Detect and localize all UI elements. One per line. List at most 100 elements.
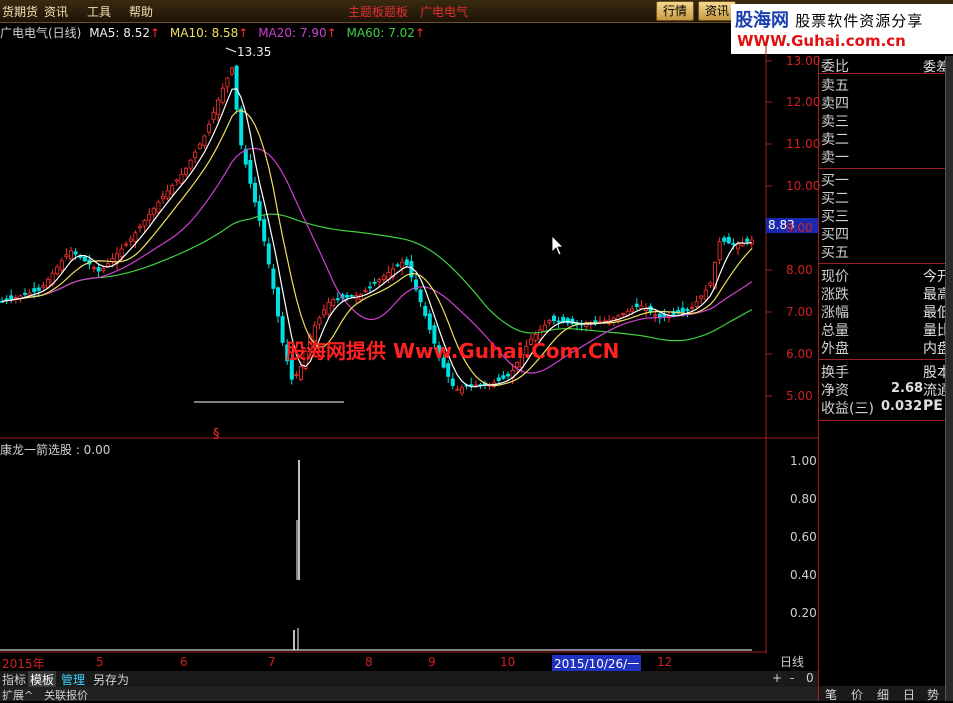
price-axis-label: 12.00 <box>786 95 821 109</box>
menu-news[interactable]: 资讯 <box>44 3 68 20</box>
candlestick <box>165 190 170 199</box>
sell-5-label: 卖五 <box>821 78 849 94</box>
ma5-value: MA5: 8.52 <box>89 26 150 40</box>
candlestick <box>225 77 230 88</box>
candlestick <box>289 359 294 380</box>
candlestick <box>455 388 460 391</box>
price-axis-label: 13.00 <box>786 54 821 68</box>
candlestick <box>262 219 267 242</box>
candlestick <box>41 285 46 288</box>
tab-save-as[interactable]: 另存为 <box>93 671 129 688</box>
candlestick <box>202 135 207 146</box>
candlestick <box>206 124 211 133</box>
candlestick <box>55 266 60 275</box>
outer-volume-label: 外盘 <box>821 341 849 357</box>
zoom-in-button[interactable]: + <box>772 671 782 685</box>
candlestick <box>59 260 64 271</box>
candlestick <box>694 301 699 307</box>
candlestick <box>349 295 354 297</box>
candlestick <box>174 179 179 182</box>
candlestick <box>257 201 262 221</box>
indicator-axis-label: 0.60 <box>790 530 817 544</box>
candlestick <box>46 278 51 288</box>
candlestick <box>326 301 331 315</box>
price-axis-label: 11.00 <box>786 137 821 151</box>
indicator-axis-label: 1.00 <box>790 454 817 468</box>
candlestick <box>363 290 368 293</box>
security-name: 广电电气(日线) <box>0 26 82 40</box>
logo-slogan: 股票软件资源分享 <box>795 12 924 30</box>
buy-4-label: 买四 <box>821 227 849 243</box>
candlestick <box>13 296 18 299</box>
candlestick <box>731 243 736 245</box>
formula-tabs-bar: 指标 模板 管理 另存为 + - 0 <box>0 671 818 688</box>
candlestick <box>124 243 129 246</box>
candlestick <box>344 295 349 298</box>
candlestick <box>36 287 41 291</box>
candlestick <box>101 268 106 271</box>
candlestick <box>749 239 754 245</box>
candlestick <box>73 251 78 255</box>
menu-help[interactable]: 帮助 <box>129 3 153 20</box>
candlestick <box>64 254 69 258</box>
candlestick <box>634 303 639 307</box>
menu-tools[interactable]: 工具 <box>87 3 111 20</box>
turnover-label: 换手 <box>821 365 849 381</box>
x-label-jun: 6 <box>180 655 188 669</box>
candlestick <box>427 313 432 330</box>
zoom-out-button[interactable]: - <box>790 671 794 685</box>
candlestick <box>331 299 336 307</box>
tab-template[interactable]: 模板 <box>28 671 57 688</box>
period-selector[interactable]: 日线 <box>766 654 818 670</box>
tab-price[interactable]: 价 <box>851 686 863 703</box>
candlestick <box>275 287 280 317</box>
candlestick <box>92 267 97 270</box>
candlestick <box>188 159 193 169</box>
candlestick <box>170 184 175 195</box>
kline-chart[interactable]: 13.35 § 股海网提供 Www.Guhai.Com.CN <box>0 40 818 654</box>
candlestick <box>367 286 372 289</box>
candlestick <box>653 314 658 317</box>
menu-futures[interactable]: 货期货 <box>2 3 38 20</box>
candlestick <box>469 384 474 387</box>
candlestick <box>321 309 326 316</box>
candlestick <box>96 267 101 272</box>
tab-trades[interactable]: 笔 <box>825 686 837 703</box>
pe-label: PE <box>923 398 943 414</box>
candlestick <box>395 264 400 267</box>
indicator-title: 康龙一箭选股 : 0.00 <box>0 443 111 457</box>
tab-trend[interactable]: 势 <box>927 686 939 703</box>
right-scrollbar[interactable] <box>945 56 953 701</box>
tab-detail[interactable]: 细 <box>877 686 889 703</box>
tab-indicator[interactable]: 指标 <box>2 671 26 688</box>
candlestick <box>4 298 9 301</box>
candlestick <box>211 111 216 120</box>
candlestick <box>193 151 198 158</box>
candlestick <box>690 307 695 309</box>
candlestick <box>110 258 115 262</box>
candlestick <box>248 159 253 184</box>
candlestick <box>133 232 138 242</box>
tab-manage[interactable]: 管理 <box>61 671 85 688</box>
candlestick <box>105 263 110 267</box>
candlestick <box>446 363 451 377</box>
candlestick <box>377 279 382 283</box>
volume-label: 总量 <box>821 323 849 339</box>
candlestick <box>496 377 501 381</box>
zoom-reset-button[interactable]: 0 <box>806 671 814 685</box>
buy-5-label: 买五 <box>821 245 849 261</box>
watermark-text: 股海网提供 Www.Guhai.Com.CN <box>286 339 619 363</box>
sell-2-label: 卖二 <box>821 132 849 148</box>
net-asset-label: 净资 <box>821 383 849 399</box>
tab-day[interactable]: 日 <box>903 686 915 703</box>
candlestick <box>317 317 322 325</box>
indicator-axis-label: 0.20 <box>790 606 817 620</box>
price-label: 现价 <box>821 269 849 285</box>
tab-quotes[interactable]: 行情 <box>656 1 695 21</box>
candlestick <box>459 387 464 394</box>
candlestick <box>266 243 271 265</box>
sell-4-label: 卖四 <box>821 96 849 112</box>
candlestick <box>119 248 124 257</box>
candlestick <box>197 143 202 149</box>
ma60-line <box>1 213 753 342</box>
